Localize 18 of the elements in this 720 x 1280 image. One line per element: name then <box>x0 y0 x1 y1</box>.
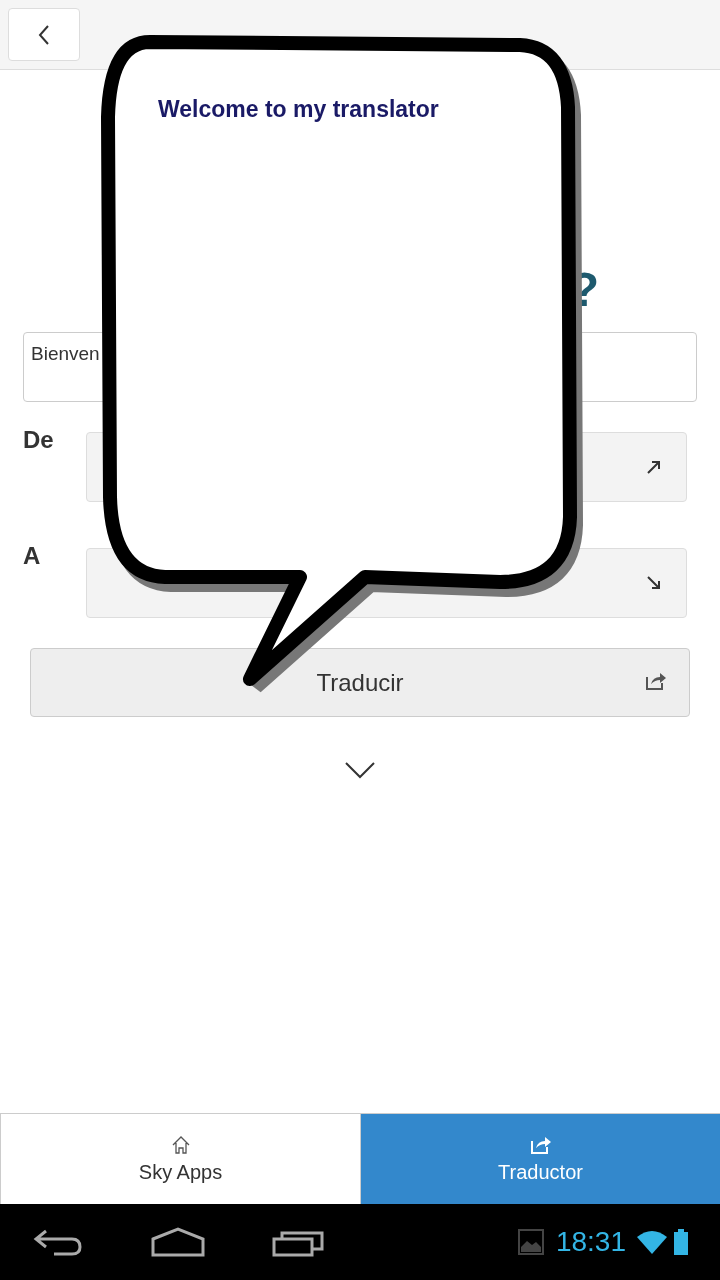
chevron-down-icon[interactable] <box>344 761 376 779</box>
image-icon <box>517 1229 544 1255</box>
clock-time: 18:31 <box>555 1226 626 1258</box>
wifi-icon <box>636 1229 668 1255</box>
home-icon[interactable] <box>150 1227 206 1257</box>
arrow-up-right-icon <box>646 459 662 475</box>
language-label: A <box>23 542 42 571</box>
back-icon[interactable] <box>32 1227 84 1257</box>
translate-button[interactable]: Traducir <box>30 648 690 717</box>
tooltip-text: Welcome to my translator <box>158 96 439 123</box>
share-icon <box>529 1134 552 1155</box>
nav-tab[interactable]: Traductor <box>360 1114 720 1204</box>
language-label: De <box>23 426 55 455</box>
battery-icon <box>674 1229 688 1255</box>
share-icon <box>645 671 667 691</box>
back-chevron-icon <box>37 23 51 46</box>
arrow-down-right-icon <box>646 575 662 591</box>
home-icon <box>170 1134 191 1155</box>
